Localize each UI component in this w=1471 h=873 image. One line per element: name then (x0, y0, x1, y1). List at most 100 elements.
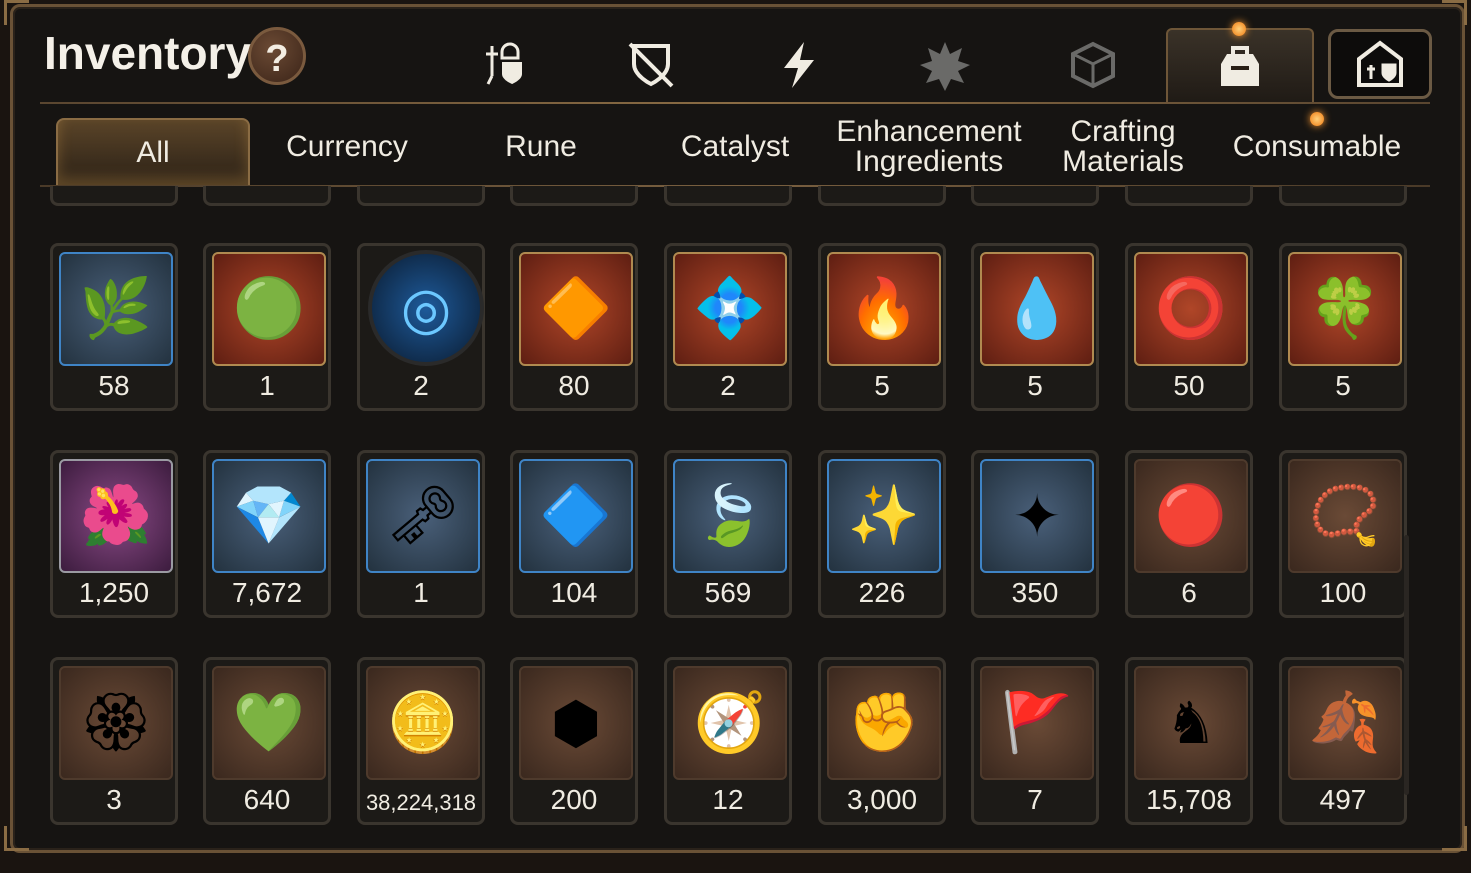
item-slot[interactable]: 🔷 104 (510, 450, 638, 618)
tab-currency[interactable]: Currency (252, 110, 442, 184)
star-pendant-icon: ✦ (980, 459, 1094, 573)
item-quantity: 50 (1173, 370, 1205, 401)
item-slot[interactable]: 🌺 1,250 (50, 450, 178, 618)
item-quantity: 6 (1181, 577, 1197, 608)
tab-cube[interactable] (1048, 28, 1138, 102)
stone-compass-icon: 🧭 (673, 666, 787, 780)
item-quantity: 2 (413, 370, 429, 401)
frame-corner (4, 826, 29, 851)
item-slot[interactable]: 📿 100 (1279, 450, 1407, 618)
item-slot[interactable]: 💧 5 (971, 243, 1099, 411)
orange-crystal-icon: 🔶 (519, 252, 633, 366)
item-slot[interactable]: ✊ 3,000 (818, 657, 946, 825)
item-slot[interactable]: 🗝 1 (357, 450, 485, 618)
notification-dot (1310, 112, 1324, 126)
burst-icon (920, 42, 970, 91)
item-slot[interactable]: ◎ 2 (357, 243, 485, 411)
pink-crystal-cluster-icon: ✨ (827, 459, 941, 573)
blue-gem-icon: 💎 (212, 459, 326, 573)
frame-corner (1442, 826, 1467, 851)
item-quantity: 3,000 (846, 784, 918, 815)
item-slot[interactable]: 🧭 12 (664, 657, 792, 825)
item-quantity: 12 (712, 784, 744, 815)
tab-enhancement-ingredients[interactable]: Enhancement Ingredients (834, 110, 1024, 184)
item-slot-partial[interactable] (203, 186, 331, 206)
item-slot-partial[interactable] (664, 186, 792, 206)
green-heart-icon: 💚 (212, 666, 326, 780)
scrollbar[interactable] (1404, 535, 1409, 795)
clover-pendant-icon: 🍀 (1288, 252, 1402, 366)
item-slot[interactable]: 🍃 569 (664, 450, 792, 618)
item-slot[interactable]: 🔴 6 (1125, 450, 1253, 618)
tab-gear-equipment[interactable] (460, 28, 550, 102)
page-title: Inventory (44, 27, 252, 79)
triquetra-crystal-icon: 💠 (673, 252, 787, 366)
item-quantity: 200 (550, 784, 598, 815)
tab-lightning[interactable] (754, 28, 844, 102)
item-slot-partial[interactable] (1279, 186, 1407, 206)
ginseng-root-icon: 🌿 (59, 252, 173, 366)
item-quantity: 497 (1319, 784, 1367, 815)
lightning-icon (784, 42, 814, 88)
item-slot-partial[interactable] (818, 186, 946, 206)
item-slot-partial[interactable] (50, 186, 178, 206)
tab-catalyst[interactable]: Catalyst (640, 110, 830, 184)
item-slot[interactable]: 💎 7,672 (203, 450, 331, 618)
item-quantity: 350 (1011, 577, 1059, 608)
gold-hexagon-emblem-icon: ⬢ (519, 666, 633, 780)
item-quantity: 58 (98, 370, 130, 401)
guild-hall-icon (1357, 40, 1403, 87)
item-slot[interactable]: 🌿 58 (50, 243, 178, 411)
tab-burst[interactable] (900, 28, 990, 102)
item-slot-partial[interactable] (1125, 186, 1253, 206)
backpack-icon (1221, 46, 1259, 86)
tab-guild-hall[interactable] (1328, 29, 1432, 99)
item-slot[interactable]: 🔥 5 (818, 243, 946, 411)
item-slot[interactable]: 🟢 1 (203, 243, 331, 411)
item-slot[interactable]: ⭕ 50 (1125, 243, 1253, 411)
help-button[interactable]: ? (248, 27, 306, 85)
item-slot[interactable]: 💠 2 (664, 243, 792, 411)
item-quantity: 1 (259, 370, 275, 401)
item-slot[interactable]: 🍂 497 (1279, 657, 1407, 825)
red-energy-orb-icon: 🔴 (1134, 459, 1248, 573)
war-banner-icon: 🚩 (980, 666, 1094, 780)
cube-icon (1071, 41, 1115, 89)
tab-crafting-materials[interactable]: Crafting Materials (1028, 110, 1218, 184)
item-quantity: 5 (1027, 370, 1043, 401)
fist-emblem-icon: ✊ (827, 666, 941, 780)
tab-rune[interactable]: Rune (446, 110, 636, 184)
item-slot[interactable]: ✦ 350 (971, 450, 1099, 618)
tab-all[interactable]: All (56, 118, 250, 186)
item-slot[interactable]: 🍀 5 (1279, 243, 1407, 411)
flower-ring-icon: 🌺 (59, 459, 173, 573)
item-slot[interactable]: 🚩 7 (971, 657, 1099, 825)
item-quantity: 1,250 (78, 577, 150, 608)
item-quantity: 1 (413, 577, 429, 608)
green-orb-icon: 🟢 (212, 252, 326, 366)
item-quantity: 38,224,318 (365, 790, 477, 815)
dark-ring-pendant-icon: ⭕ (1134, 252, 1248, 366)
item-slot[interactable]: 🏵 3 (50, 657, 178, 825)
divider (40, 102, 1430, 104)
item-slot[interactable]: 🔶 80 (510, 243, 638, 411)
tab-broken-shield[interactable] (606, 28, 696, 102)
knight-chess-piece-icon: ♞ (1134, 666, 1248, 780)
item-slot-partial[interactable] (971, 186, 1099, 206)
item-slot[interactable]: ♞ 15,708 (1125, 657, 1253, 825)
broken-shield-icon (628, 42, 674, 88)
item-quantity: 226 (858, 577, 906, 608)
item-slot[interactable]: ⬢ 200 (510, 657, 638, 825)
item-slot[interactable]: ✨ 226 (818, 450, 946, 618)
notification-dot (1232, 22, 1246, 36)
tab-backpack[interactable] (1166, 28, 1314, 104)
item-slot-partial[interactable] (357, 186, 485, 206)
red-bracelet-icon: 📿 (1288, 459, 1402, 573)
item-quantity: 569 (704, 577, 752, 608)
gear-equipment-icon (486, 42, 522, 85)
item-slot-partial[interactable] (510, 186, 638, 206)
item-slot[interactable]: 🪙 38,224,318 (357, 657, 485, 825)
green-leaf-icon: 🍃 (673, 459, 787, 573)
item-quantity: 80 (558, 370, 590, 401)
item-slot[interactable]: 💚 640 (203, 657, 331, 825)
